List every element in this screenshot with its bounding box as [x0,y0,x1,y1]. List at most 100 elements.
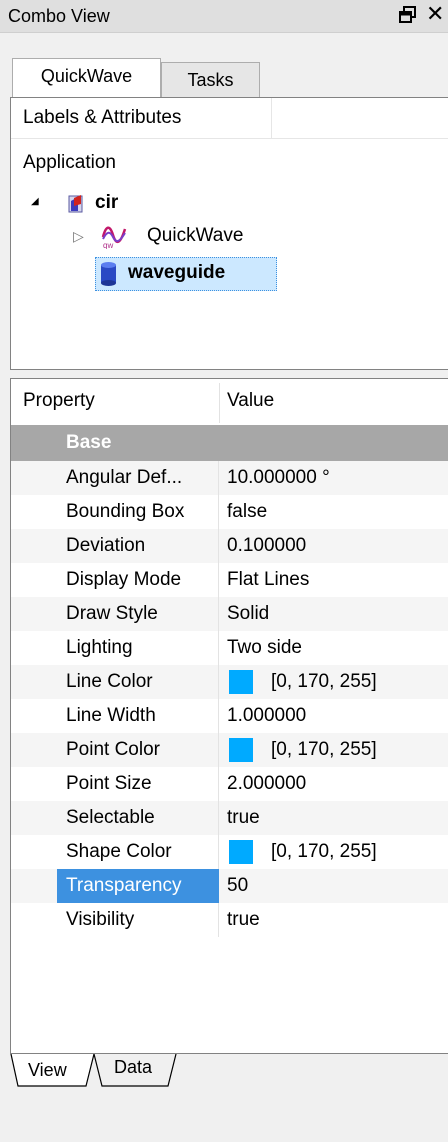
float-window-icon[interactable] [398,4,418,26]
property-name-cell[interactable]: Visibility [57,903,219,937]
column-header-value[interactable]: Value [227,390,274,412]
collapsed-arrow-icon[interactable]: ▷ [73,228,84,245]
document-icon [66,192,86,216]
property-name: Shape Color [66,841,172,862]
property-name-cell[interactable]: Shape Color [57,835,219,869]
property-row[interactable]: Point Size 2.000000 [11,767,448,801]
property-value-cell[interactable]: Two side [219,631,448,665]
tree-node-waveguide[interactable]: waveguide [95,257,277,291]
property-name-cell[interactable]: Deviation [57,529,219,563]
property-name-cell[interactable]: Transparency [57,869,219,903]
property-row[interactable]: Angular Def... 10.000000 ° [11,461,448,495]
property-row[interactable]: Line Color [0, 170, 255] [11,665,448,699]
row-gutter [11,699,57,733]
property-name: Point Color [66,739,160,760]
property-row[interactable]: Bounding Box false [11,495,448,529]
header-separator [271,98,272,138]
property-value-cell[interactable]: false [219,495,448,529]
property-value: Solid [227,603,270,624]
property-value-cell[interactable]: true [219,801,448,835]
property-name-cell[interactable]: Lighting [57,631,219,665]
property-header: Property Value [11,379,448,425]
property-name-cell[interactable]: Display Mode [57,563,219,597]
property-value: false [227,501,268,522]
property-value-cell[interactable]: 50 [219,869,448,903]
property-name-cell[interactable]: Bounding Box [57,495,219,529]
row-gutter [11,801,57,835]
property-value: 0.100000 [227,535,307,556]
tree-node-label: waveguide [128,262,226,283]
property-name: Angular Def... [66,467,183,488]
property-name: Display Mode [66,569,182,590]
close-icon[interactable]: ✕ [426,2,448,26]
property-name: Selectable [66,807,155,828]
tree-view[interactable]: Labels & Attributes Application ◢ cir ▷ … [10,97,448,370]
tab-tasks[interactable]: Tasks [161,62,260,98]
property-value: 50 [227,875,249,896]
property-value-cell[interactable]: [0, 170, 255] [219,733,448,767]
property-name: Transparency [66,875,182,896]
header-separator [219,383,220,423]
row-gutter [11,869,57,903]
property-name-cell[interactable]: Line Color [57,665,219,699]
property-row[interactable]: Lighting Two side [11,631,448,665]
property-row[interactable]: Deviation 0.100000 [11,529,448,563]
tree-node-quickwave[interactable]: QuickWave [147,225,243,247]
property-value-cell[interactable]: Solid [219,597,448,631]
property-value-cell[interactable]: 0.100000 [219,529,448,563]
property-name: Line Width [66,705,156,726]
property-value: 2.000000 [227,773,307,794]
svg-text:qw: qw [103,241,113,249]
property-name-cell[interactable]: Selectable [57,801,219,835]
color-swatch[interactable] [229,670,253,694]
property-value: true [227,807,260,828]
property-value-cell[interactable]: 1.000000 [219,699,448,733]
property-name-cell[interactable]: Point Color [57,733,219,767]
tab-view[interactable]: View [28,1060,67,1081]
column-header-property[interactable]: Property [23,390,95,412]
property-name-cell[interactable]: Angular Def... [57,461,219,495]
tree-header-label: Labels & Attributes [23,107,182,128]
tab-data[interactable]: Data [114,1057,152,1078]
property-value: Flat Lines [227,569,310,590]
property-name: Lighting [66,637,133,658]
property-value-cell[interactable]: 10.000000 ° [219,461,448,495]
property-value: true [227,909,260,930]
tab-label: Tasks [187,70,234,90]
property-row[interactable]: Visibility true [11,903,448,937]
row-gutter [11,767,57,801]
color-swatch[interactable] [229,738,253,762]
property-row[interactable]: Line Width 1.000000 [11,699,448,733]
tree-node-cir[interactable]: cir [95,192,118,214]
panel-splitter[interactable] [10,370,448,378]
row-gutter [11,597,57,631]
property-name-cell[interactable]: Line Width [57,699,219,733]
row-gutter [11,733,57,767]
window-title: Combo View [8,6,110,26]
row-gutter [11,631,57,665]
property-row[interactable]: Selectable true [11,801,448,835]
tab-quickwave[interactable]: QuickWave [12,58,161,98]
property-name-cell[interactable]: Point Size [57,767,219,801]
row-gutter [11,495,57,529]
property-view[interactable]: Property Value Base Angular Def... 10.000… [10,378,448,1054]
property-value-cell[interactable]: Flat Lines [219,563,448,597]
property-value-cell[interactable]: 2.000000 [219,767,448,801]
property-row[interactable]: Draw Style Solid [11,597,448,631]
property-value: 10.000000 ° [227,467,330,488]
property-value: 1.000000 [227,705,307,726]
property-value-cell[interactable]: [0, 170, 255] [219,835,448,869]
property-row[interactable]: Point Color [0, 170, 255] [11,733,448,767]
color-swatch[interactable] [229,840,253,864]
group-label: Base [66,432,112,453]
property-name-cell[interactable]: Draw Style [57,597,219,631]
group-row-base[interactable]: Base [11,425,448,461]
property-value-cell[interactable]: true [219,903,448,937]
property-row[interactable]: Display Mode Flat Lines [11,563,448,597]
property-row[interactable]: Transparency 50 [11,869,448,903]
expanded-arrow-icon[interactable]: ◢ [31,196,39,207]
property-name: Bounding Box [66,501,185,522]
property-value: [0, 170, 255] [271,841,377,862]
property-value-cell[interactable]: [0, 170, 255] [219,665,448,699]
property-row[interactable]: Shape Color [0, 170, 255] [11,835,448,869]
